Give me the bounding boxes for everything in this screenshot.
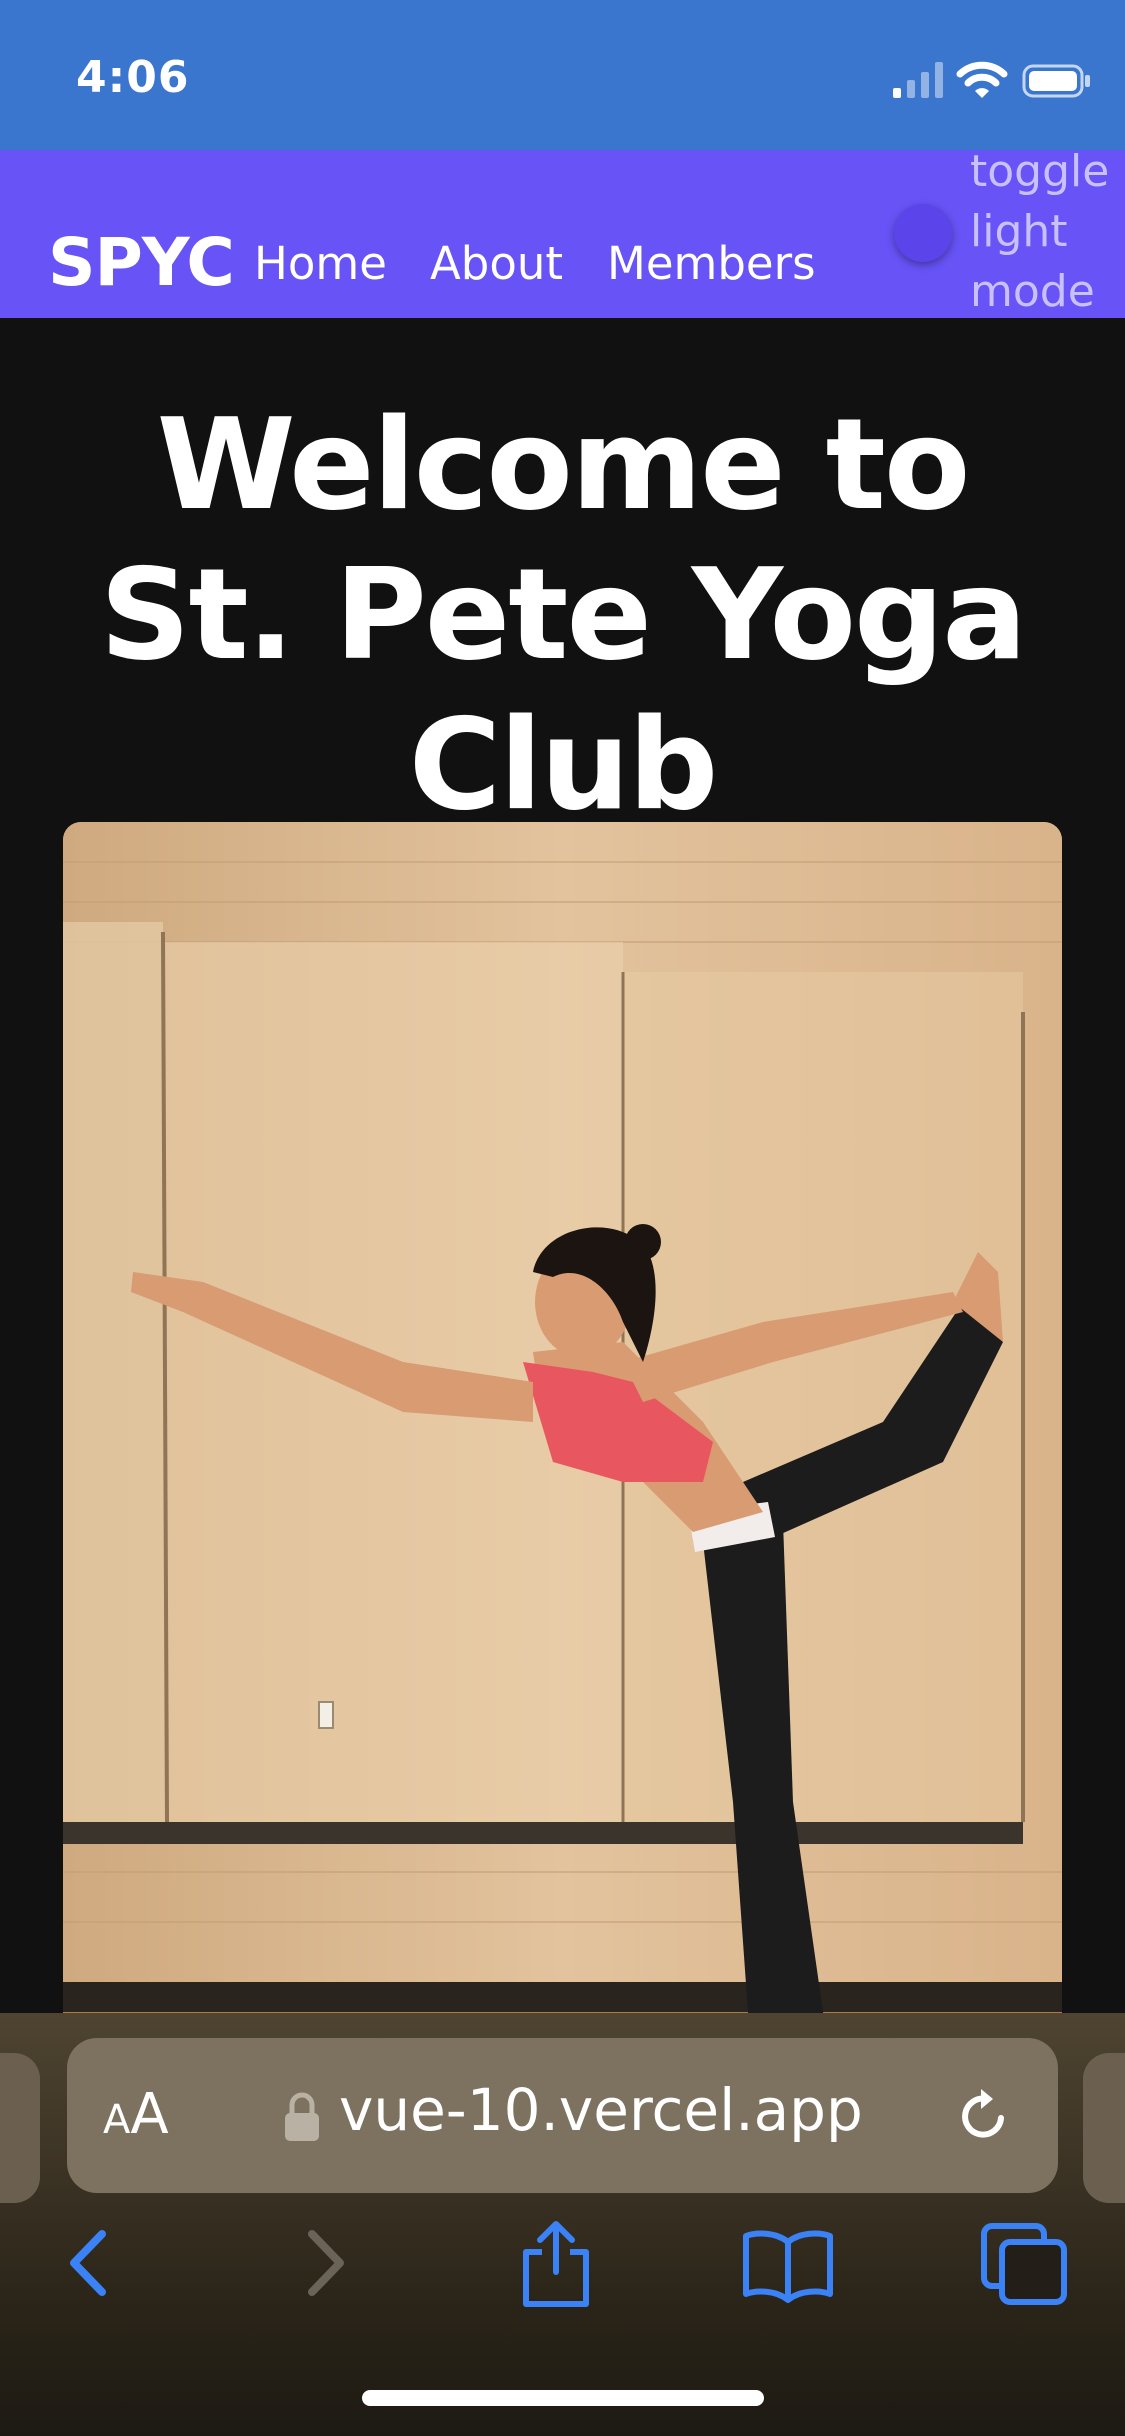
hero-image <box>63 822 1062 2082</box>
cellular-signal-icon <box>893 62 943 98</box>
previous-tab-preview[interactable] <box>0 2053 40 2203</box>
wifi-icon <box>956 61 1008 98</box>
tabs-icon[interactable] <box>978 2218 1070 2308</box>
screen: 4:06 SPYC Home About Members toggle ligh… <box>0 0 1125 2436</box>
theme-toggle-label[interactable]: toggle light mode <box>970 142 1120 322</box>
browser-toolbar: AA vue-10.vercel.app <box>0 2013 1125 2436</box>
navbar: SPYC Home About Members toggle light mod… <box>0 146 1125 318</box>
battery-icon <box>1022 64 1090 98</box>
nav-link-about[interactable]: About <box>430 237 563 290</box>
url-text[interactable]: vue-10.vercel.app <box>339 2076 863 2144</box>
nav-link-home[interactable]: Home <box>254 237 387 290</box>
lock-icon <box>285 2092 319 2141</box>
next-tab-preview[interactable] <box>1083 2053 1125 2203</box>
reader-settings-button[interactable]: AA <box>103 2082 169 2147</box>
back-icon[interactable] <box>58 2218 118 2308</box>
home-indicator <box>362 2390 764 2406</box>
share-icon[interactable] <box>516 2218 596 2308</box>
brand-logo[interactable]: SPYC <box>48 224 235 301</box>
book-icon[interactable] <box>740 2218 836 2308</box>
page-title: Welcome to St. Pete Yoga Club <box>99 391 1028 838</box>
status-bar: 4:06 <box>0 0 1125 150</box>
nav-link-members[interactable]: Members <box>607 237 816 290</box>
theme-toggle[interactable] <box>894 204 952 262</box>
status-time: 4:06 <box>76 52 190 103</box>
forward-icon[interactable] <box>296 2218 356 2308</box>
reload-icon[interactable] <box>951 2084 1015 2148</box>
address-bar[interactable]: AA vue-10.vercel.app <box>67 2038 1058 2193</box>
